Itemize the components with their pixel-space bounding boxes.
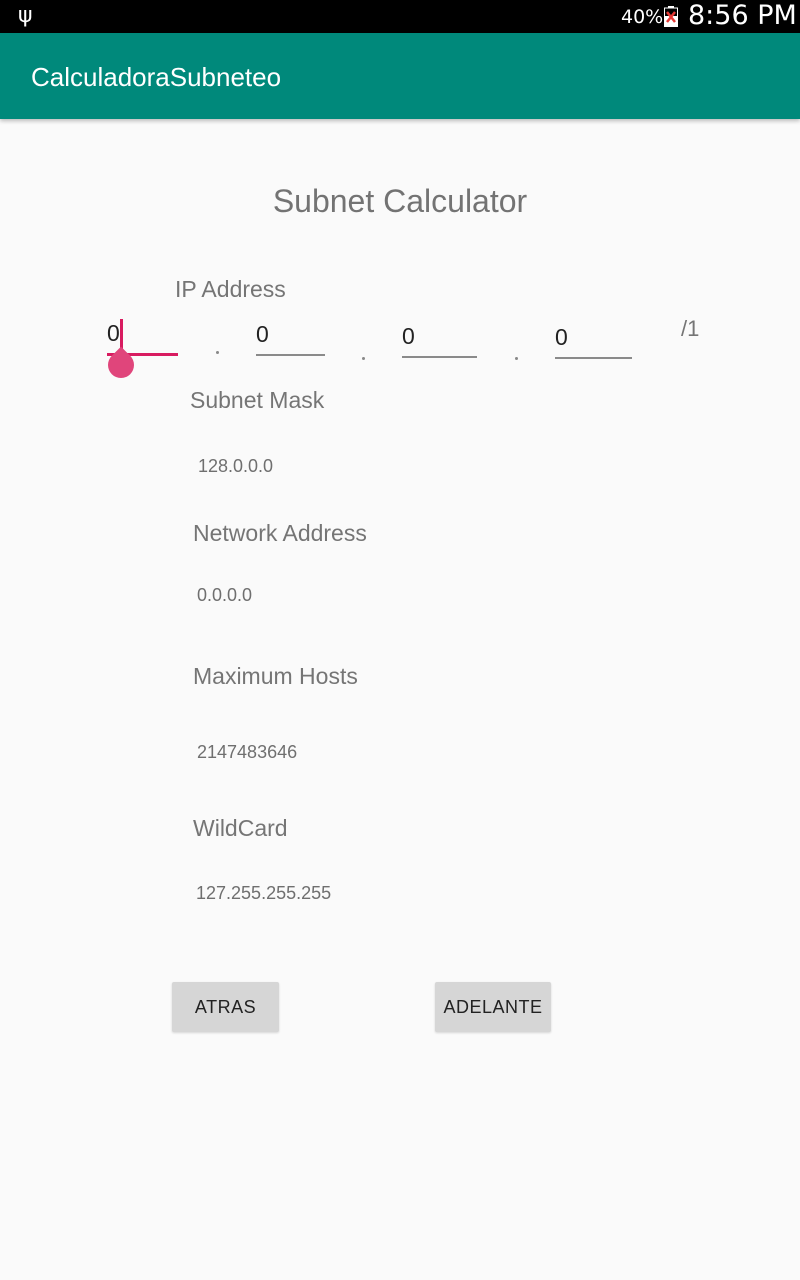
page-title: Subnet Calculator: [272, 183, 528, 219]
subnet-mask-value: 128.0.0.0: [198, 456, 274, 476]
forward-button[interactable]: ADELANTE: [435, 982, 551, 1032]
battery-icon: [664, 6, 678, 27]
network-address-value: 0.0.0.0: [197, 585, 253, 605]
status-bar: ψ 40% 8:56 PM: [0, 0, 800, 33]
clock: 8:56 PM: [688, 0, 797, 31]
prefix-length: /1: [681, 316, 700, 341]
ip-octet-3-input[interactable]: [402, 318, 477, 358]
wildcard-label: WildCard: [193, 815, 288, 841]
ip-address-label: IP Address: [175, 276, 286, 302]
octet-separator: [362, 357, 365, 360]
octet-separator: [515, 357, 518, 360]
back-button[interactable]: ATRAS: [172, 982, 279, 1032]
app-bar: CalculadoraSubneteo: [0, 33, 800, 119]
ip-octet-4-input[interactable]: [555, 319, 632, 359]
text-caret: [120, 319, 123, 349]
wildcard-value: 127.255.255.255: [196, 883, 332, 903]
ip-octet-2-input[interactable]: [256, 316, 325, 356]
octet-separator: [216, 351, 219, 354]
max-hosts-label: Maximum Hosts: [193, 663, 358, 689]
subnet-mask-label: Subnet Mask: [190, 387, 325, 413]
battery-level: 40%: [621, 6, 664, 28]
usb-icon: ψ: [18, 3, 33, 28]
max-hosts-value: 2147483646: [197, 742, 298, 762]
app-title: CalculadoraSubneteo: [31, 62, 282, 92]
network-address-label: Network Address: [193, 520, 367, 546]
